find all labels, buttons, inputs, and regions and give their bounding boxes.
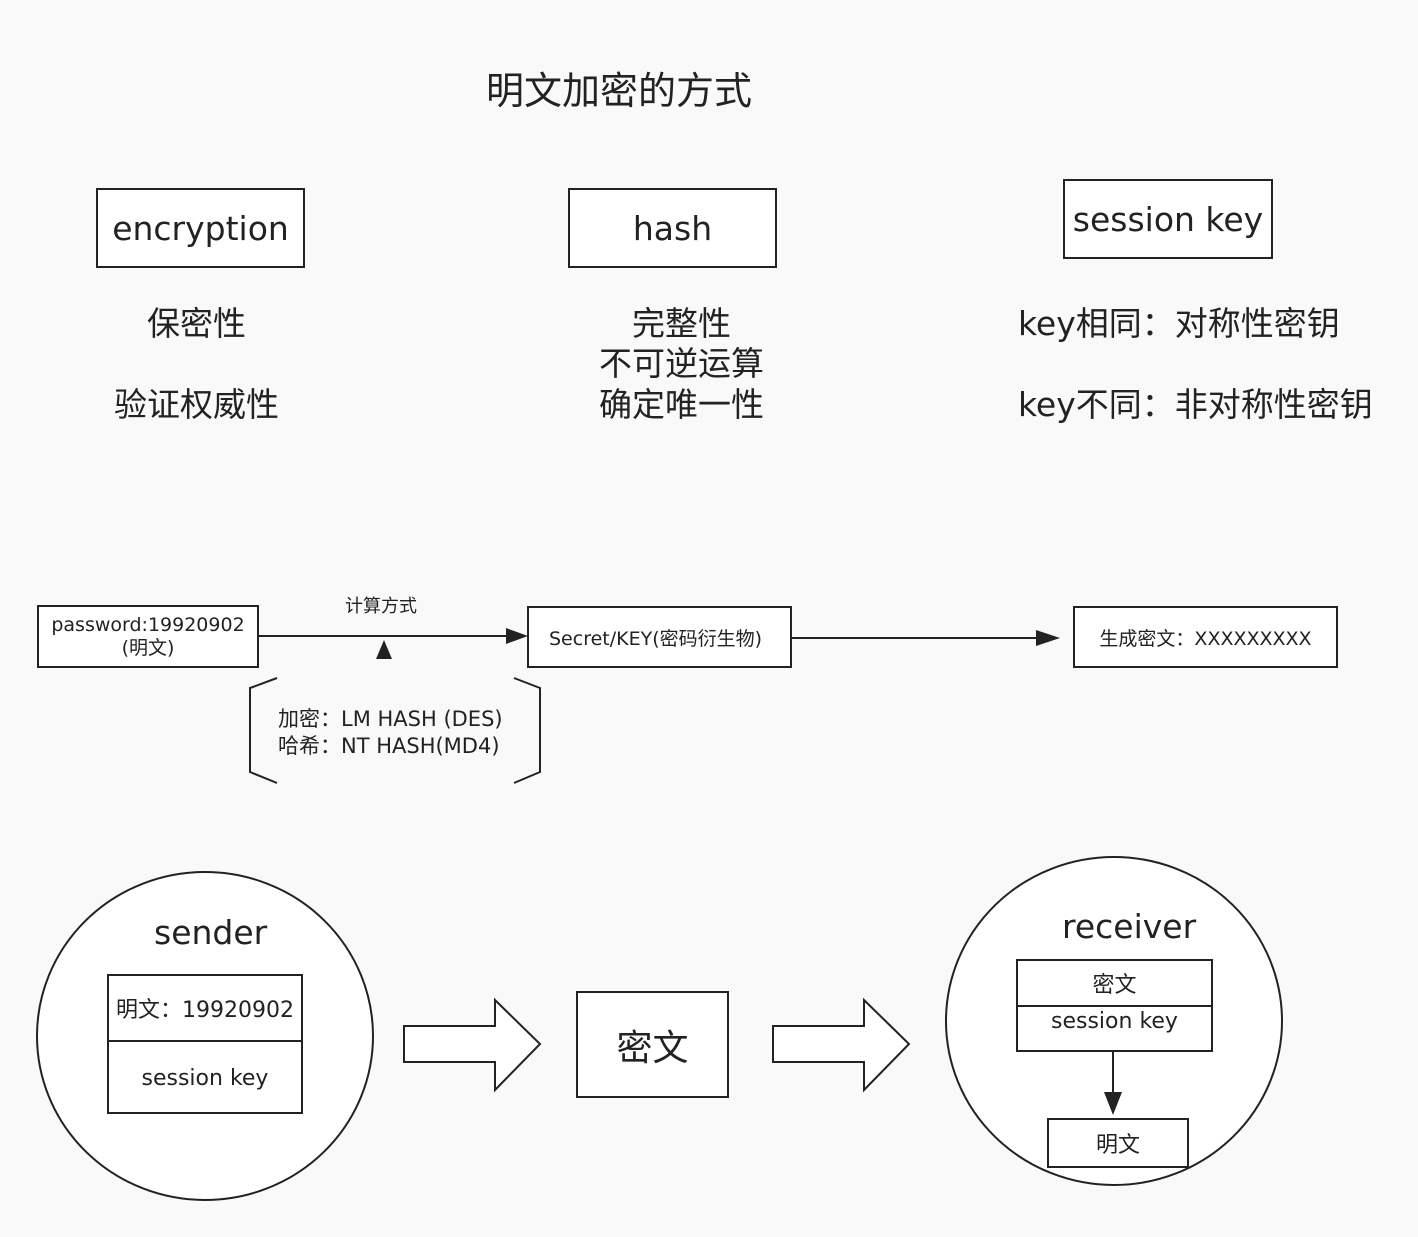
hash-property-3: 确定唯一性 — [599, 385, 764, 424]
receiver-ciphertext: 密文 — [1092, 973, 1137, 998]
sender-key-cell: session key — [109, 1042, 301, 1114]
category-box-hash: hash — [568, 188, 777, 268]
sender-session-key: session key — [141, 1065, 269, 1091]
bracket-right — [513, 677, 541, 784]
encryption-property-2: 验证权威性 — [114, 385, 279, 424]
receiver-session-key: session key — [1051, 1009, 1178, 1034]
sender-plaintext: 明文：19920902 — [116, 998, 294, 1023]
arrowhead-to-secret — [506, 628, 528, 644]
method-list: 加密：LM HASH (DES) 哈希：NT HASH(MD4) — [278, 706, 503, 760]
category-box-encryption: encryption — [96, 188, 305, 268]
ciphertext-output-box: 生成密文：XXXXXXXXX — [1073, 606, 1338, 668]
receiver-ciphertext-cell: 密文 — [1018, 961, 1211, 1007]
category-label-encryption: encryption — [112, 208, 289, 248]
category-label-session-key: session key — [1072, 199, 1264, 239]
sender-title: sender — [154, 913, 268, 952]
password-box: password:19920902 (明文) — [37, 605, 259, 668]
method-label: 计算方式 — [345, 596, 417, 617]
receiver-packet: 密文 session key — [1016, 959, 1213, 1052]
sender-plaintext-cell: 明文：19920902 — [109, 976, 301, 1042]
hash-property-1: 完整性 — [632, 304, 731, 343]
bracket-left — [249, 677, 278, 784]
ciphertext-output-text: 生成密文：XXXXXXXXX — [1099, 627, 1312, 650]
block-arrow-right-2 — [772, 997, 911, 1093]
method-encryption: 加密：LM HASH (DES) — [278, 707, 503, 731]
block-arrow-right-1 — [403, 997, 542, 1093]
secret-key-text: Secret/KEY(密码衍生物) — [549, 627, 763, 650]
secret-key-box: Secret/KEY(密码衍生物) — [527, 606, 792, 668]
category-box-session-key: session key — [1063, 179, 1273, 259]
password-text: password:19920902 — [51, 613, 245, 636]
session-key-property-2: key不同：非对称性密钥 — [1018, 385, 1373, 424]
encryption-property-1: 保密性 — [147, 304, 246, 343]
arrowhead-to-output — [1036, 630, 1060, 646]
receiver-key-cell: session key — [1018, 1007, 1211, 1049]
category-label-hash: hash — [632, 208, 713, 248]
sender-packet: 明文：19920902 session key — [107, 974, 303, 1114]
ciphertext-transit-box: 密文 — [576, 991, 729, 1098]
method-hash: 哈希：NT HASH(MD4) — [278, 734, 500, 758]
receiver-result-box: 明文 — [1047, 1118, 1189, 1168]
method-pointer-arrow — [376, 640, 392, 659]
session-key-property-1: key相同：对称性密钥 — [1018, 304, 1340, 343]
receiver-result-text: 明文 — [1095, 1133, 1140, 1158]
diagram-title: 明文加密的方式 — [486, 69, 753, 113]
ciphertext-transit-text: 密文 — [616, 1027, 689, 1069]
plaintext-note: (明文) — [121, 636, 175, 659]
hash-property-2: 不可逆运算 — [599, 344, 764, 383]
receiver-title: receiver — [1062, 907, 1197, 946]
